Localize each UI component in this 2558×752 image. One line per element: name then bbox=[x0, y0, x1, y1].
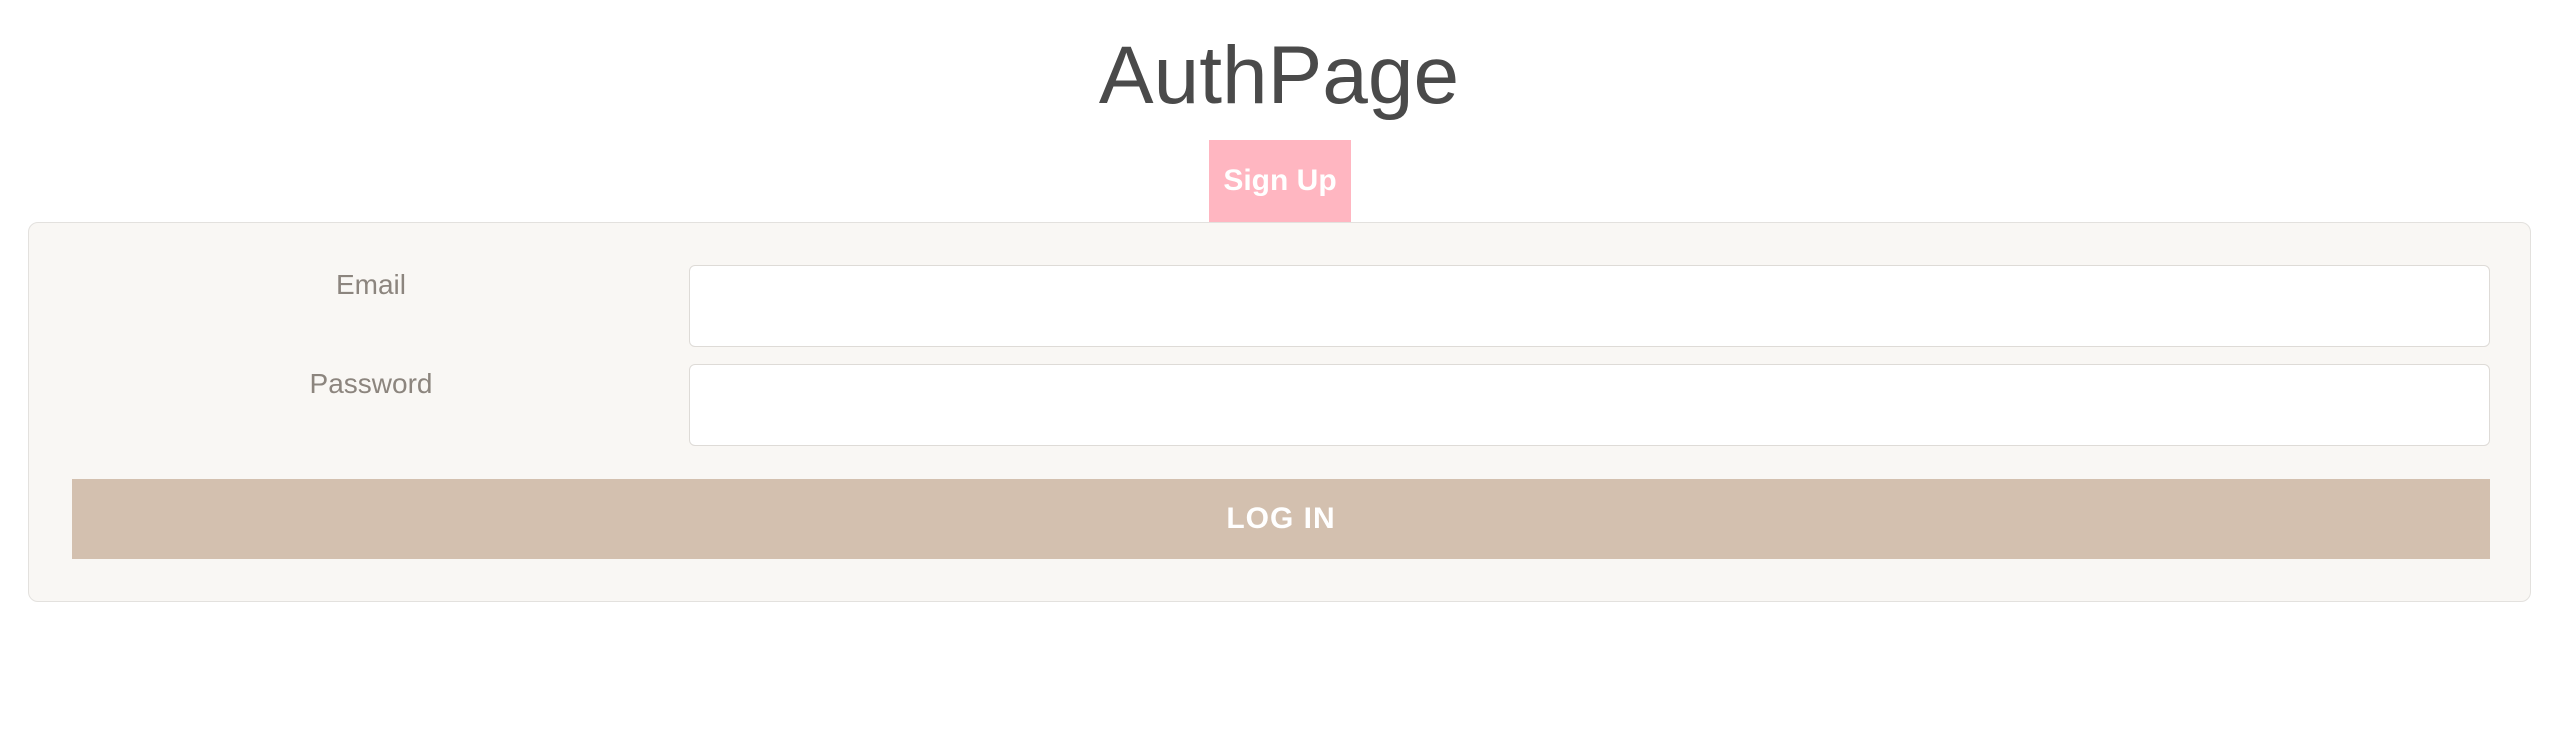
login-form-panel: Email Password LOG IN bbox=[28, 222, 2531, 602]
login-button[interactable]: LOG IN bbox=[72, 479, 2490, 559]
password-field[interactable] bbox=[689, 364, 2490, 446]
email-label: Email bbox=[335, 269, 406, 300]
page-title: AuthPage bbox=[1098, 30, 1460, 121]
email-field[interactable] bbox=[689, 265, 2490, 347]
signup-tab-button[interactable]: Sign Up bbox=[1209, 140, 1351, 222]
password-label: Password bbox=[309, 368, 433, 399]
auth-page: AuthPage Sign Up Email Password LOG IN bbox=[0, 0, 2558, 752]
